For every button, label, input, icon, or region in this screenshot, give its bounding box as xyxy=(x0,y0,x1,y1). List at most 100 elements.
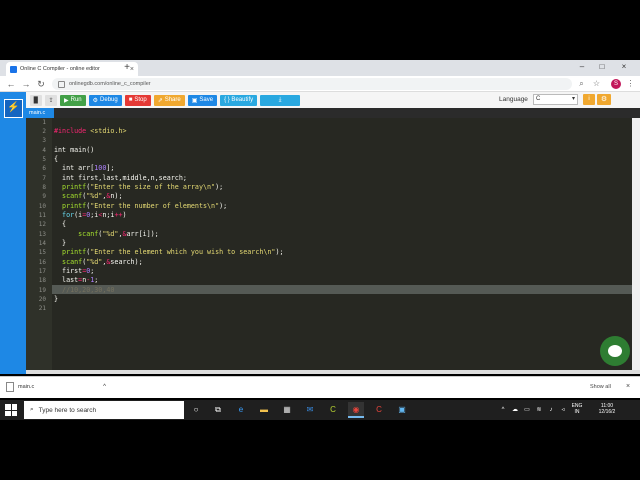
show-all-button[interactable]: Show all xyxy=(590,381,620,393)
volume-icon[interactable]: ♪ xyxy=(546,404,556,416)
save-icon: ▣ xyxy=(191,97,198,104)
settings-gear-icon[interactable]: ⚙ xyxy=(597,94,611,105)
line-number: 16 xyxy=(38,259,46,266)
line-number: 11 xyxy=(38,212,46,219)
input-language[interactable]: ENG IN xyxy=(570,403,584,415)
clock-date: 12/16/2 xyxy=(598,409,616,415)
url-input[interactable]: onlinegdb.com/online_c_compiler xyxy=(52,78,572,90)
debug-button[interactable]: ⚙ Debug xyxy=(88,94,122,106)
upload-icon[interactable]: ⇪ xyxy=(45,94,57,106)
line-number: 10 xyxy=(38,203,46,210)
play-icon: ▶ xyxy=(64,97,69,104)
code-line: scanf("%d",&n); xyxy=(54,192,123,200)
line-number: 4 xyxy=(42,147,46,154)
save-button[interactable]: ▣ Save xyxy=(187,94,218,106)
line-number: 9 xyxy=(42,193,46,200)
browser-tab[interactable]: Online C Compiler - online editor × xyxy=(6,62,138,76)
reload-icon[interactable]: ↻ xyxy=(35,78,47,90)
line-number: 13 xyxy=(38,231,46,238)
code-line: int first,last,middle,n,search; xyxy=(54,174,187,182)
bookmark-star-icon[interactable]: ☆ xyxy=(591,78,602,90)
line-number: 17 xyxy=(38,268,46,275)
line-number: 18 xyxy=(38,277,46,284)
favicon-icon xyxy=(10,65,17,73)
code-line: #include <stdio.h> xyxy=(54,127,127,135)
speaker-icon[interactable]: ◃ xyxy=(558,404,568,416)
minimize-icon[interactable]: – xyxy=(574,60,590,74)
line-number: 20 xyxy=(38,296,46,303)
language-select[interactable]: C ▾ xyxy=(533,94,578,105)
language-label: Language xyxy=(499,96,528,103)
left-sidebar: ⚡ xyxy=(0,92,26,374)
share-label: Share xyxy=(164,97,181,103)
chevron-up-icon[interactable]: ^ xyxy=(103,384,106,390)
sidebar-menu-bolt-icon[interactable]: ⚡ xyxy=(4,99,23,118)
file-explorer-icon[interactable]: ▬ xyxy=(256,402,272,418)
download-item[interactable]: main.c ^ xyxy=(6,380,106,394)
line-number: 8 xyxy=(42,184,46,191)
line-number: 7 xyxy=(42,175,46,182)
info-icon[interactable]: i xyxy=(583,94,595,105)
chrome-icon[interactable]: ◉ xyxy=(348,402,364,418)
code-line: int arr[100]; xyxy=(54,164,115,172)
blue-app-icon[interactable]: ▣ xyxy=(394,402,410,418)
chat-bubble-icon xyxy=(608,345,622,357)
code-line: for(i=0;i<n;i++) xyxy=(54,211,127,219)
line-number: 6 xyxy=(42,165,46,172)
active-line-highlight xyxy=(52,285,632,294)
back-icon[interactable]: ← xyxy=(5,78,17,90)
code-line: scanf("%d",&search); xyxy=(54,258,143,266)
file-tab-main-c[interactable]: main.c xyxy=(26,108,54,118)
battery-icon[interactable]: ▭ xyxy=(522,404,532,416)
output-pane-divider[interactable] xyxy=(26,370,640,374)
zoom-search-icon[interactable]: ⌕ xyxy=(576,78,587,90)
close-downloads-icon[interactable]: × xyxy=(626,381,636,393)
line-number: 15 xyxy=(38,249,46,256)
taskbar-search-input[interactable]: ⌕ Type here to search xyxy=(24,401,184,419)
run-button[interactable]: ▶ Run xyxy=(60,94,86,106)
search-icon: ⌕ xyxy=(30,406,34,413)
tray-overflow-icon[interactable]: ^ xyxy=(498,404,508,416)
share-button[interactable]: ⇗ Share xyxy=(153,94,185,106)
mail-icon[interactable]: ✉ xyxy=(302,402,318,418)
stop-label: Stop xyxy=(134,97,147,103)
windows-start-icon[interactable] xyxy=(5,404,17,416)
new-file-icon[interactable]: ▉ xyxy=(30,94,42,106)
file-tab-row xyxy=(26,108,640,118)
code-line: int main() xyxy=(54,146,95,154)
maximize-icon[interactable]: □ xyxy=(594,60,610,74)
edge-icon[interactable]: e xyxy=(233,402,249,418)
language-value: C xyxy=(536,96,541,102)
code-line: printf("Enter the size of the array\n"); xyxy=(54,183,224,191)
debug-icon: ⚙ xyxy=(92,97,99,104)
chat-support-button[interactable] xyxy=(600,336,630,366)
editor-scrollbar[interactable] xyxy=(632,118,640,370)
wifi-icon[interactable]: ≋ xyxy=(534,404,544,416)
taskbar-clock[interactable]: 11:00 12/16/2 xyxy=(587,403,627,415)
line-number: 2 xyxy=(42,128,46,135)
new-tab-icon[interactable]: + xyxy=(121,62,133,74)
forward-icon[interactable]: → xyxy=(20,78,32,90)
line-number: 21 xyxy=(38,305,46,312)
profile-avatar[interactable]: S xyxy=(611,79,621,89)
code-line: scanf("%d",&arr[i]); xyxy=(54,230,159,238)
line-number: 14 xyxy=(38,240,46,247)
close-window-icon[interactable]: × xyxy=(616,60,632,74)
search-placeholder: Type here to search xyxy=(38,406,97,414)
code-line: { xyxy=(54,155,59,163)
cortana-icon[interactable]: ○ xyxy=(188,402,204,418)
code-line: first=0; xyxy=(54,267,95,275)
beautify-label: { } Beautify xyxy=(224,97,254,103)
red-app-icon[interactable]: C xyxy=(371,402,387,418)
lock-icon xyxy=(58,80,65,88)
task-view-icon[interactable]: ⧉ xyxy=(210,402,226,418)
network-icon[interactable]: ☁ xyxy=(510,404,520,416)
browser-menu-icon[interactable]: ⋮ xyxy=(625,78,636,90)
codeblocks-icon[interactable]: C xyxy=(325,402,341,418)
beautify-button[interactable]: { } Beautify xyxy=(220,94,258,106)
stop-button[interactable]: ■ Stop xyxy=(124,94,151,106)
code-line: { xyxy=(54,220,67,228)
store-icon[interactable]: ▦ xyxy=(279,402,295,418)
code-editor[interactable] xyxy=(26,118,632,370)
download-button[interactable]: ⤓ xyxy=(260,94,301,106)
